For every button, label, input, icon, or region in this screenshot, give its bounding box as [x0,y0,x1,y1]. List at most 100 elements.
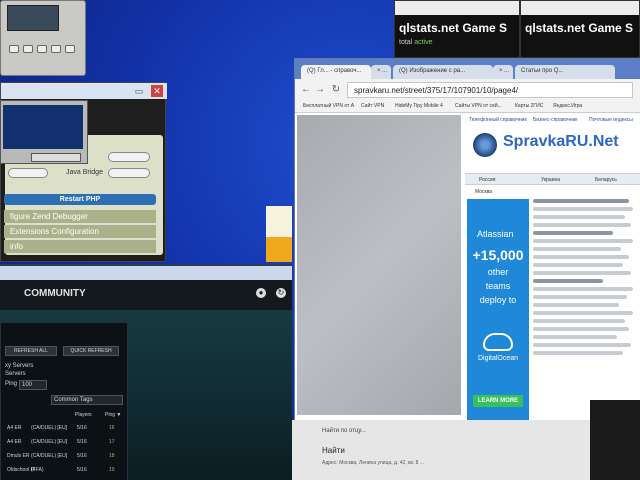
browser-tab[interactable]: (Q) Изображение с ра... [393,65,493,79]
page-viewport: Телефонный справочник Бизнес-справочник … [295,113,640,421]
browser-tab[interactable]: × ... [371,65,391,79]
server-row[interactable]: Dmuls ER (CA/DUEL) [EU] 5/16 18 [5,451,125,463]
qlstats-title: qlstats.net Game S [399,21,508,35]
city-link[interactable]: Москва [475,189,492,195]
extensions-config-row[interactable]: Extensions Configuration [4,225,156,238]
server-players: 5/16 [77,453,87,459]
media-player-widget[interactable] [0,0,86,76]
browser-window: (Q) Гл... - справоч... × ... (Q) Изображ… [294,58,640,421]
qlstats-titlebar [521,1,639,15]
site-nav-link[interactable]: Почтовые индексы [589,117,633,123]
overlay-button[interactable] [31,153,81,162]
ad-text: other [487,267,509,277]
community-title[interactable]: COMMUNITY [24,288,86,299]
ping-select[interactable]: 100 [19,380,47,390]
address-line: Адрес: Москва, Ленина улица, д. 42, кв. … [322,460,425,466]
pause-button[interactable] [37,45,47,53]
menu-item[interactable]: Украина [541,177,560,183]
restart-php-button[interactable]: Restart PHP [4,194,156,205]
qlstats-title: qlstats.net Game S [525,21,634,35]
server-row[interactable]: Oldschool Pl (FFA) 5/16 19 [5,465,125,477]
quick-refresh-button[interactable]: QUICK REFRESH [63,346,119,356]
info-row[interactable]: info [4,240,156,253]
server-players: 5/16 [77,425,87,431]
toggle-pill[interactable] [108,152,150,162]
next-button[interactable] [65,45,75,53]
servers-label: xy Servers [5,363,34,369]
bookmark[interactable]: HideMy Tipy Mobile 4 [395,103,443,109]
menu-item[interactable]: Россия [479,177,495,183]
server-ping: 19 [109,467,115,473]
servers-label: Servers [5,371,26,377]
notification-icon[interactable]: ● [256,288,266,298]
server-players: 5/16 [77,439,87,445]
server-name: Dmuls ER [7,453,30,459]
close-icon[interactable]: ✕ [151,85,163,97]
players-header[interactable]: Players [75,412,92,418]
site-nav-link[interactable]: Телефонный справочник [469,117,527,123]
steam-window: COMMUNITY ● ↻ REFRESH ALL QUICK REFRESH … [0,264,292,480]
refresh-all-button[interactable]: REFRESH ALL [5,346,57,356]
java-bridge-label: Java Bridge [66,169,103,176]
bookmark[interactable]: Карты 2ГИС [515,103,543,109]
minimize-icon[interactable]: ▭ [133,85,145,97]
tags-select[interactable]: Common Tags [51,395,123,405]
bookmark[interactable]: Сайт VPN [361,103,384,109]
ad-brand: Atlassian [477,229,514,239]
ad-text: deploy to [479,295,517,305]
ad-do-label: DigitalOcean [477,355,519,362]
image-area [297,115,461,415]
back-icon[interactable]: ← [299,83,313,97]
tab-strip: (Q) Гл... - справоч... × ... (Q) Изображ… [295,59,640,79]
toggle-pill[interactable] [8,168,48,178]
bookmark[interactable]: Сайты VPN от сей... [455,103,502,109]
previous-button[interactable] [9,45,19,53]
server-name: A4 ER [7,439,22,445]
site-logo[interactable]: SpravkaRU.Net [503,133,619,151]
bottom-page-fragment: Найти по отцу... Найти Адрес: Москва, Ле… [292,420,592,480]
bookmark[interactable]: Яндекс.Игра [553,103,582,109]
server-mode: (CA/DUEL) [EU] [31,425,68,431]
steam-header: COMMUNITY ● ↻ [0,280,292,310]
ad-banner[interactable]: Atlassian +15,000 other teams deploy to … [467,199,529,421]
reload-icon[interactable]: ↻ [329,83,343,97]
find-link[interactable]: Найти [322,446,345,455]
ping-header[interactable]: Ping ▼ [105,412,121,418]
menu-item[interactable]: Беларусь [595,177,617,183]
qlstats-status: total active [399,39,432,46]
player-visualizer [7,5,59,31]
ad-number: +15,000 [472,247,524,263]
bookmark[interactable]: Бесплатный VPN от A [303,103,354,109]
address-bar[interactable]: spravkaru.net/street/375/17/107901/10/pa… [347,82,633,98]
status-active: active [414,39,433,46]
server-name: A4 ER [7,425,22,431]
qlstats-window[interactable]: qlstats.net Game S total active [394,0,520,58]
server-row[interactable]: A4 ER (CA/DUEL) [EU] 5/16 16 [5,423,125,435]
article-text [533,199,637,419]
qlstats-window[interactable]: qlstats.net Game S [520,0,640,58]
server-row[interactable]: A4 ER (CA/DUEL) [EU] 5/16 17 [5,437,125,449]
toggle-pill[interactable] [108,168,150,178]
dark-object [590,400,640,480]
server-mode: (FFA) [31,467,44,473]
learn-more-button[interactable]: LEARN MORE [473,395,523,407]
browser-tab[interactable]: × ... [493,65,513,79]
zend-debugger-row[interactable]: figure Zend Debugger [4,210,156,223]
forward-icon[interactable]: → [313,83,327,97]
server-ping: 16 [109,425,115,431]
server-ping: 17 [109,439,115,445]
ad-text: teams [485,281,511,291]
qlstats-titlebar [395,1,519,15]
small-overlay-window [0,100,88,164]
server-mode: (CA/DUEL) [EU] [31,453,68,459]
cloud-icon [483,333,513,351]
spravkaru-site: Телефонный справочник Бизнес-справочник … [465,113,640,421]
play-button[interactable] [23,45,33,53]
refresh-icon[interactable]: ↻ [276,288,286,298]
browser-tab[interactable]: (Q) Гл... - справоч... [301,65,371,79]
browser-tab[interactable]: Статьи про Q... [515,65,615,79]
status-prefix: total [399,39,413,46]
site-nav-link[interactable]: Бизнес-справочник [533,117,577,123]
overlay-content [3,105,83,149]
stop-button[interactable] [51,45,61,53]
